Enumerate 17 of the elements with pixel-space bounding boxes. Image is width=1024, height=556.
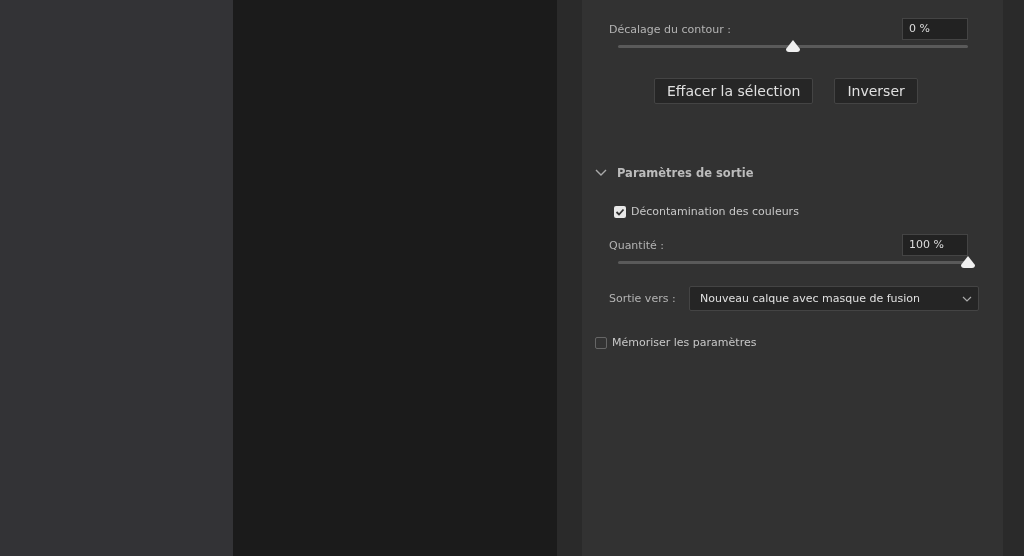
checkbox[interactable] — [595, 336, 607, 349]
chevron-icon[interactable] — [595, 169, 607, 177]
action-button[interactable]: Effacer la sélection — [654, 78, 814, 104]
input-field[interactable]: 0 % — [902, 18, 968, 40]
checkbox-label: Mémoriser les paramètres — [612, 336, 757, 349]
field-label: Sortie vers : — [609, 292, 676, 305]
section-title: Paramètres de sortie — [617, 166, 754, 180]
field-label: Quantité : — [609, 238, 664, 252]
field-label: Décalage du contour : — [609, 22, 731, 36]
checkbox-label: Décontamination des couleurs — [631, 205, 799, 218]
input-field[interactable]: 100 % — [902, 234, 968, 256]
caret-icon — [962, 295, 972, 302]
slider-thumb[interactable] — [961, 256, 975, 268]
action-button[interactable]: Inverser — [834, 78, 918, 104]
dropdown[interactable]: Nouveau calque avec masque de fusion — [689, 286, 979, 311]
slider-thumb[interactable] — [786, 40, 800, 52]
checkbox[interactable] — [614, 205, 626, 218]
